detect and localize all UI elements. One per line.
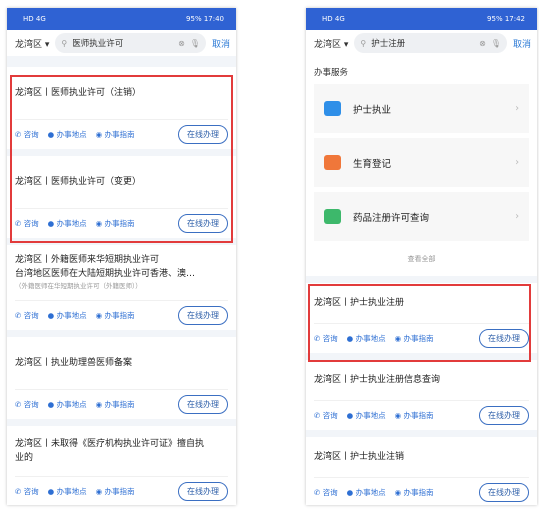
guide-link[interactable]: ◉ 办事指南 xyxy=(96,310,135,321)
service-item[interactable]: 药品注册许可查询 › xyxy=(314,192,529,241)
action-row: ✆ 咨询 ● 办事地点 ◉ 办事指南 在线办理 xyxy=(15,389,228,419)
result-title-line2: 业的 xyxy=(15,453,34,463)
service-icon xyxy=(324,155,341,170)
region-selector[interactable]: 龙湾区 ▾ xyxy=(15,37,49,50)
result-title: 龙湾区丨护士执业注销 xyxy=(314,452,405,462)
result-card[interactable]: 龙湾区丨护士执业注销 ✆ 咨询 ● 办事地点 ◉ 办事指南 在线办理 xyxy=(306,437,537,505)
service-item[interactable]: 生育登记 › xyxy=(314,138,529,187)
online-apply-button[interactable]: 在线办理 xyxy=(178,395,228,414)
chevron-right-icon: › xyxy=(515,211,519,222)
status-bar: HD 4G 95% 17:42 xyxy=(306,8,537,30)
location-link[interactable]: ● 办事地点 xyxy=(48,399,87,410)
location-link[interactable]: ● 办事地点 xyxy=(347,410,386,421)
search-icon: ⚲ xyxy=(61,38,68,48)
search-icon: ⚲ xyxy=(360,38,367,48)
consult-link[interactable]: ✆ 咨询 xyxy=(314,410,338,421)
highlight-box xyxy=(308,284,531,362)
service-icon xyxy=(324,101,341,116)
region-selector[interactable]: 龙湾区 ▾ xyxy=(314,37,348,50)
result-card[interactable]: 龙湾区丨外籍医师来华短期执业许可台湾地区医师在大陆短期执业许可香港、澳… （外籍医… xyxy=(7,245,236,330)
result-title: 龙湾区丨外籍医师来华短期执业许可 xyxy=(15,255,160,265)
guide-link[interactable]: ◉ 办事指南 xyxy=(395,487,434,498)
chevron-right-icon: › xyxy=(515,157,519,168)
action-row: ✆ 咨询 ● 办事地点 ◉ 办事指南 在线办理 xyxy=(15,476,228,505)
location-link[interactable]: ● 办事地点 xyxy=(347,487,386,498)
location-link[interactable]: ● 办事地点 xyxy=(48,310,87,321)
cancel-button[interactable]: 取消 xyxy=(513,37,531,50)
guide-link[interactable]: ◉ 办事指南 xyxy=(96,399,135,410)
online-apply-button[interactable]: 在线办理 xyxy=(479,483,529,502)
result-card[interactable]: 龙湾区丨未取得《医疗机构执业许可证》擅自执 业的 ✆ 咨询 ● 办事地点 ◉ 办事… xyxy=(7,426,236,505)
consult-link[interactable]: ✆ 咨询 xyxy=(15,399,39,410)
service-item[interactable]: 护士执业 › xyxy=(314,84,529,133)
status-bar: HD 4G 95% 17:40 xyxy=(7,8,236,30)
online-apply-button[interactable]: 在线办理 xyxy=(178,482,228,501)
location-link[interactable]: ● 办事地点 xyxy=(48,486,87,497)
search-input[interactable]: ⚲ 护士注册 ⊗ 🎙 xyxy=(354,33,507,53)
online-apply-button[interactable]: 在线办理 xyxy=(479,406,529,425)
clear-icon[interactable]: ⊗ xyxy=(479,39,486,48)
online-apply-button[interactable]: 在线办理 xyxy=(178,306,228,325)
services-section: 办事服务 护士执业 › 生育登记 › 药品注册许可查询 › 查看全部 xyxy=(306,56,537,276)
search-bar: 龙湾区 ▾ ⚲ 医师执业许可 ⊗ 🎙 取消 xyxy=(7,30,236,56)
consult-link[interactable]: ✆ 咨询 xyxy=(15,486,39,497)
highlight-box xyxy=(10,75,233,243)
section-title: 办事服务 xyxy=(314,68,349,78)
guide-link[interactable]: ◉ 办事指南 xyxy=(395,410,434,421)
result-title: 龙湾区丨护士执业注册信息查询 xyxy=(314,375,441,385)
chevron-right-icon: › xyxy=(515,103,519,114)
view-all-link[interactable]: 查看全部 xyxy=(306,246,537,276)
result-card[interactable]: 龙湾区丨护士执业注册信息查询 ✆ 咨询 ● 办事地点 ◉ 办事指南 在线办理 xyxy=(306,360,537,430)
action-row: ✆ 咨询 ● 办事地点 ◉ 办事指南 在线办理 xyxy=(314,400,529,430)
search-input[interactable]: ⚲ 医师执业许可 ⊗ 🎙 xyxy=(55,33,206,53)
cancel-button[interactable]: 取消 xyxy=(212,37,230,50)
guide-link[interactable]: ◉ 办事指南 xyxy=(96,486,135,497)
action-row: ✆ 咨询 ● 办事地点 ◉ 办事指南 在线办理 xyxy=(15,300,228,330)
consult-link[interactable]: ✆ 咨询 xyxy=(314,487,338,498)
clear-icon[interactable]: ⊗ xyxy=(178,39,185,48)
result-subtitle: （外籍医师在华短期执业许可（外籍医师）） xyxy=(15,282,142,290)
result-title-line2: 台湾地区医师在大陆短期执业许可香港、澳… xyxy=(15,269,196,279)
result-card[interactable]: 龙湾区丨执业助理兽医师备案 ✆ 咨询 ● 办事地点 ◉ 办事指南 在线办理 xyxy=(7,337,236,419)
result-title: 龙湾区丨执业助理兽医师备案 xyxy=(15,358,133,368)
result-title: 龙湾区丨未取得《医疗机构执业许可证》擅自执 xyxy=(15,439,205,449)
consult-link[interactable]: ✆ 咨询 xyxy=(15,310,39,321)
service-icon xyxy=(324,209,341,224)
phone-screen-right: HD 4G 95% 17:42 龙湾区 ▾ ⚲ 护士注册 ⊗ 🎙 取消 办事服务 护士执… xyxy=(306,8,537,505)
mic-icon[interactable]: 🎙 xyxy=(491,39,501,48)
action-row: ✆ 咨询 ● 办事地点 ◉ 办事指南 在线办理 xyxy=(314,477,529,505)
mic-icon[interactable]: 🎙 xyxy=(190,39,200,48)
search-bar: 龙湾区 ▾ ⚲ 护士注册 ⊗ 🎙 取消 xyxy=(306,30,537,56)
